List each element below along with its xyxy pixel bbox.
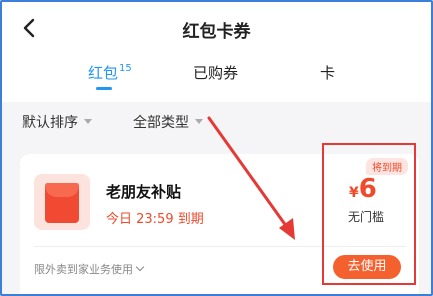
- expiring-soon-badge: 将到期: [366, 158, 408, 175]
- currency-symbol: ¥: [349, 185, 359, 201]
- page-title: 红包卡券: [182, 22, 251, 42]
- amount-value: 6: [358, 174, 377, 204]
- coupon-expiry: 今日 23:59 到期: [106, 212, 204, 227]
- type-dropdown[interactable]: 全部类型: [133, 112, 203, 132]
- threshold-label: 无门槛: [348, 210, 385, 224]
- sort-dropdown[interactable]: 默认排序: [22, 112, 92, 132]
- tab-label: 已购券: [193, 64, 239, 82]
- use-coupon-button[interactable]: 去使用: [333, 255, 401, 279]
- coupon-card: 老朋友补贴 今日 23:59 到期 将到期 ¥6 无门槛 限外卖到家业务使用 去…: [20, 154, 419, 294]
- usage-scope-text: 限外卖到家业务使用: [34, 263, 133, 276]
- caret-down-icon: [84, 118, 92, 124]
- tab-label: 红包: [88, 64, 119, 82]
- caret-down-icon: [195, 118, 203, 124]
- divider: [34, 246, 406, 247]
- tab-label: 卡: [320, 64, 336, 82]
- top-bar: 红包卡券 红包15 已购券 卡: [2, 2, 431, 102]
- filter-bar: 默认排序 全部类型: [2, 102, 431, 142]
- red-envelope-icon: [34, 174, 90, 230]
- coupon-amount: ¥6: [349, 174, 377, 204]
- tab-hongbao[interactable]: 红包15: [88, 62, 132, 83]
- sort-label: 默认排序: [22, 115, 78, 131]
- tab-count-badge: 15: [119, 63, 132, 74]
- tab-purchased-vouchers[interactable]: 已购券: [193, 62, 238, 83]
- coupon-title: 老朋友补贴: [106, 183, 182, 201]
- usage-scope-toggle[interactable]: 限外卖到家业务使用: [34, 261, 145, 277]
- screen-frame: 红包卡券 红包15 已购券 卡 默认排序 全部类型 老朋友补贴 今日 23:59…: [0, 0, 433, 296]
- chevron-down-icon: [135, 262, 145, 272]
- tab-cards[interactable]: 卡: [320, 62, 335, 83]
- active-tab-indicator: [96, 87, 112, 90]
- type-label: 全部类型: [133, 115, 189, 131]
